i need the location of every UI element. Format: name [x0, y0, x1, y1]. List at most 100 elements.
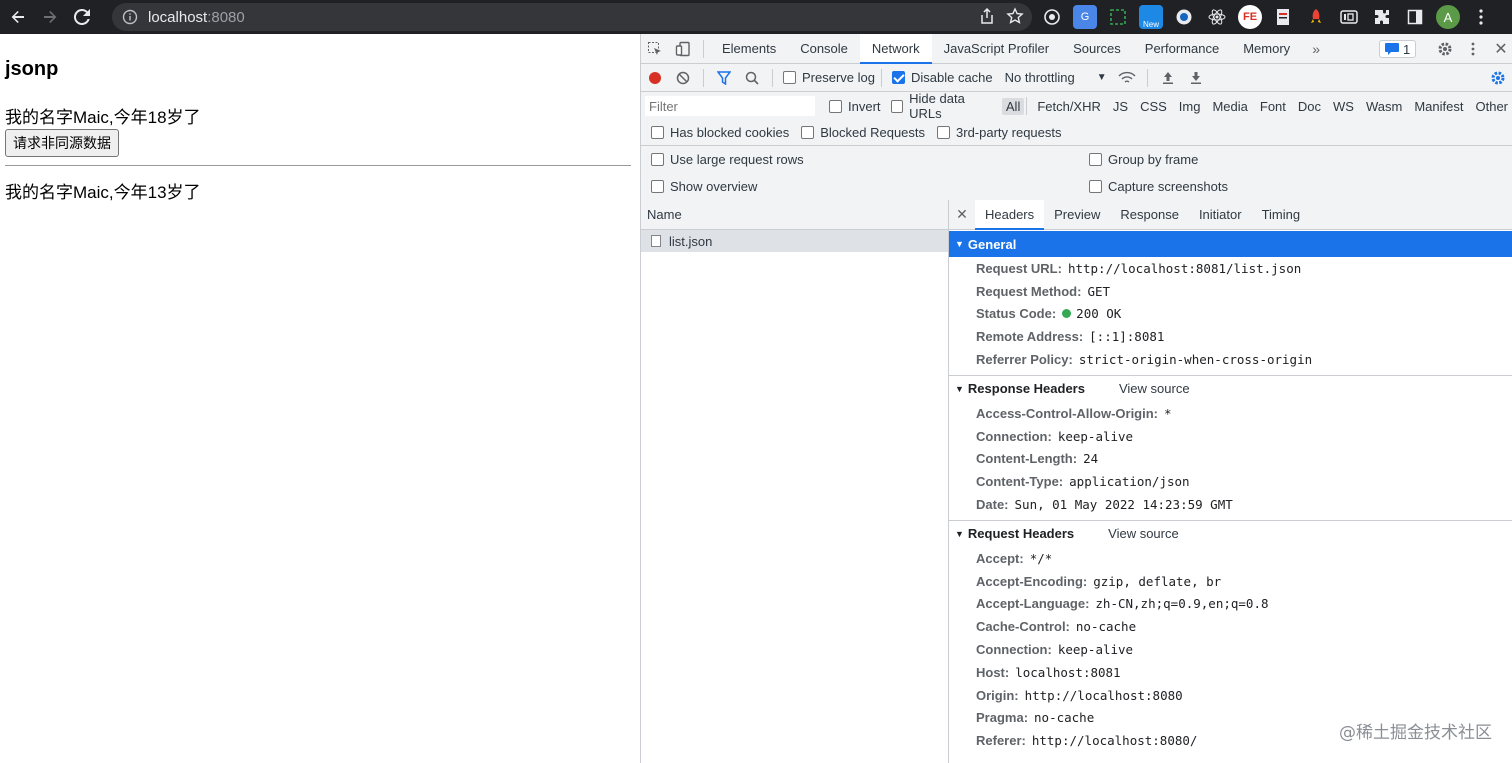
tab-network[interactable]: Network	[859, 33, 932, 64]
filter-type-font[interactable]: Font	[1256, 98, 1290, 115]
response-headers-section: ▼ Response Headers View source Access-Cont…	[949, 376, 1512, 521]
request-headers-header[interactable]: ▼ Request Headers View source	[949, 521, 1512, 547]
side-panel-icon[interactable]	[1403, 5, 1427, 29]
filter-type-img[interactable]: Img	[1175, 98, 1205, 115]
share-icon[interactable]	[978, 7, 996, 25]
blocked-requests-label: Blocked Requests	[820, 125, 926, 140]
filter-type-media[interactable]: Media	[1208, 98, 1251, 115]
throttling-select[interactable]: No throttling ▼	[1005, 70, 1107, 85]
view-source-link[interactable]: View source	[1108, 526, 1179, 541]
clear-icon[interactable]	[669, 63, 697, 93]
tab-javascript-profiler[interactable]: JavaScript Profiler	[932, 34, 1061, 64]
disable-cache-checkbox[interactable]: Disable cache	[891, 70, 993, 85]
checkbox-box[interactable]	[651, 153, 664, 166]
checkbox-box[interactable]	[651, 180, 664, 193]
tab-response[interactable]: Response	[1110, 200, 1189, 230]
network-conditions-icon[interactable]	[1113, 63, 1141, 93]
checkbox-box[interactable]	[937, 126, 951, 139]
tab-sources[interactable]: Sources	[1061, 34, 1133, 64]
filter-type-css[interactable]: CSS	[1136, 98, 1171, 115]
triangle-down-icon: ▼	[955, 528, 964, 539]
extension-vpn-icon[interactable]	[1172, 5, 1196, 29]
extension-screenshot-icon[interactable]	[1106, 5, 1130, 29]
show-overview-checkbox[interactable]: Show overview	[651, 179, 757, 194]
view-source-link[interactable]: View source	[1119, 381, 1190, 396]
header-value: strict-origin-when-cross-origin	[1078, 352, 1313, 368]
address-bar[interactable]: localhost:8080	[112, 3, 1032, 31]
extensions-puzzle-icon[interactable]	[1370, 5, 1394, 29]
blocked-cookies-checkbox[interactable]: Has blocked cookies	[651, 125, 789, 140]
filter-type-js[interactable]: JS	[1109, 98, 1132, 115]
name-column-header[interactable]: Name	[641, 200, 948, 230]
bookmark-star-icon[interactable]	[1006, 7, 1024, 25]
tab-initiator[interactable]: Initiator	[1189, 200, 1252, 230]
import-har-icon[interactable]	[1154, 63, 1182, 93]
forward-button[interactable]	[36, 3, 64, 31]
filter-input[interactable]	[645, 96, 815, 116]
more-tabs-icon[interactable]: »	[1302, 34, 1330, 64]
close-details-icon[interactable]: ✕	[949, 206, 975, 223]
tab-memory[interactable]: Memory	[1231, 34, 1302, 64]
blocked-requests-checkbox[interactable]: Blocked Requests	[801, 125, 925, 140]
devtools-menu-icon[interactable]	[1459, 34, 1487, 64]
profile-avatar[interactable]: A	[1436, 5, 1460, 29]
request-row[interactable]: list.json	[641, 230, 948, 252]
reload-button[interactable]	[68, 3, 96, 31]
tab-console[interactable]: Console	[788, 34, 860, 64]
filter-type-wasm[interactable]: Wasm	[1362, 98, 1406, 115]
extension-new-icon[interactable]: New	[1139, 5, 1163, 29]
third-party-checkbox[interactable]: 3rd-party requests	[937, 125, 1062, 140]
issues-counter[interactable]: 1	[1379, 40, 1417, 58]
back-button[interactable]	[4, 3, 32, 31]
checkbox-box[interactable]	[829, 99, 842, 113]
device-toolbar-icon[interactable]	[669, 34, 697, 64]
triangle-down-icon: ▼	[955, 383, 964, 394]
tab-headers[interactable]: Headers	[975, 200, 1045, 230]
hide-data-urls-checkbox[interactable]: Hide data URLs	[890, 91, 998, 121]
info-icon[interactable]	[122, 9, 138, 25]
extension-fe-icon[interactable]: FE	[1238, 5, 1262, 29]
close-devtools-icon[interactable]: ✕	[1487, 34, 1512, 64]
checkbox-box[interactable]	[891, 71, 905, 84]
header-key: Access-Control-Allow-Origin:	[976, 405, 1159, 421]
general-section-header[interactable]: ▼ General	[949, 231, 1512, 257]
preserve-log-checkbox[interactable]: Preserve log	[783, 70, 875, 85]
tab-performance[interactable]: Performance	[1133, 34, 1231, 64]
filter-funnel-icon[interactable]	[710, 63, 738, 93]
checkbox-box[interactable]	[783, 71, 796, 84]
filter-type-doc[interactable]: Doc	[1294, 98, 1325, 115]
record-icon[interactable]	[641, 63, 669, 93]
checkbox-box[interactable]	[1089, 153, 1102, 166]
search-icon[interactable]	[738, 63, 766, 93]
checkbox-box[interactable]	[801, 126, 815, 139]
filter-type-fetch-xhr[interactable]: Fetch/XHR	[1033, 98, 1105, 115]
inspect-element-icon[interactable]	[641, 34, 669, 64]
extension-id-icon[interactable]	[1337, 5, 1361, 29]
tab-elements[interactable]: Elements	[710, 34, 788, 64]
settings-gear-icon[interactable]	[1431, 34, 1459, 64]
network-settings-gear-icon[interactable]	[1484, 63, 1512, 93]
extension-rocket-icon[interactable]	[1304, 5, 1328, 29]
checkbox-box[interactable]	[1089, 180, 1102, 193]
request-cross-origin-button[interactable]: 请求非同源数据	[5, 129, 119, 157]
checkbox-box[interactable]	[651, 126, 664, 139]
response-headers-header[interactable]: ▼ Response Headers View source	[949, 376, 1512, 402]
filter-type-ws[interactable]: WS	[1329, 98, 1358, 115]
checkbox-box[interactable]	[890, 99, 904, 113]
extension-react-icon[interactable]	[1205, 5, 1229, 29]
group-by-frame-checkbox[interactable]: Group by frame	[1089, 152, 1198, 167]
large-rows-checkbox[interactable]: Use large request rows	[651, 152, 804, 167]
filter-type-all[interactable]: All	[1001, 97, 1025, 115]
invert-checkbox[interactable]: Invert	[829, 99, 881, 114]
extension-translate-icon[interactable]: G	[1073, 5, 1097, 29]
tab-preview[interactable]: Preview	[1044, 200, 1110, 230]
browser-menu-icon[interactable]	[1469, 5, 1493, 29]
extension-doc-icon[interactable]	[1271, 5, 1295, 29]
filter-type-manifest[interactable]: Manifest	[1410, 98, 1467, 115]
export-har-icon[interactable]	[1182, 63, 1210, 93]
capture-screenshots-checkbox[interactable]: Capture screenshots	[1089, 179, 1228, 194]
tab-timing[interactable]: Timing	[1252, 200, 1311, 230]
filter-type-other[interactable]: Other	[1471, 98, 1512, 115]
page-content: jsonp 我的名字Maic,今年18岁了 请求非同源数据 我的名字Maic,今…	[0, 34, 640, 763]
extension-target-icon[interactable]	[1040, 5, 1064, 29]
